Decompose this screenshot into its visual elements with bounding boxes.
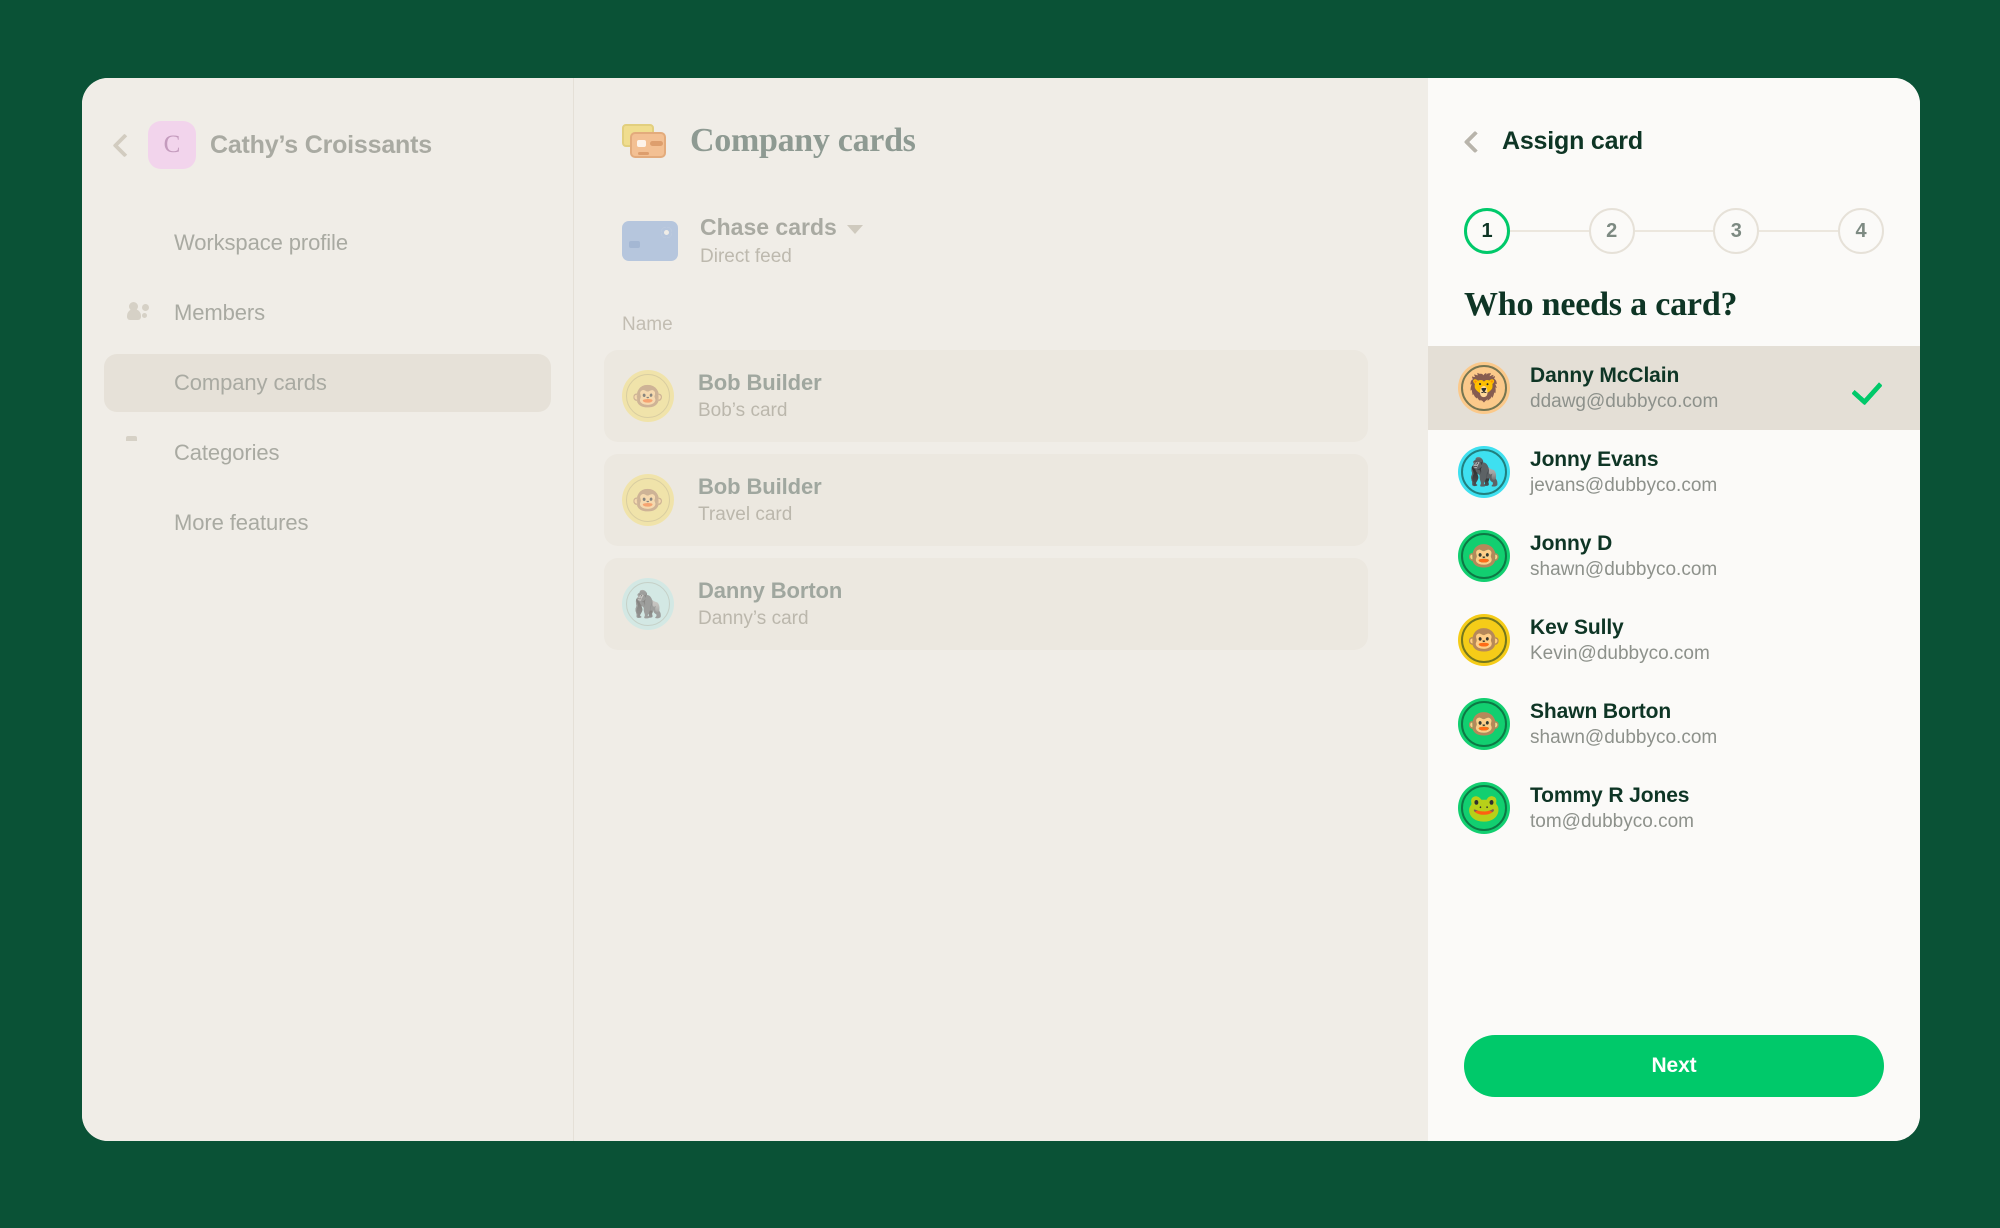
panel-footer: Next <box>1428 1035 1920 1141</box>
feed-name: Chase cards <box>700 214 837 240</box>
step-3[interactable]: 3 <box>1713 208 1760 254</box>
avatar-glyph: 🐵 <box>631 381 665 411</box>
app-window: C Cathy’s Croissants Workspace profile M… <box>82 78 1920 1141</box>
sidebar-item-company-cards[interactable]: Company cards <box>104 354 551 412</box>
card-label: Travel card <box>698 504 793 525</box>
avatar-glyph: 🦍 <box>1467 456 1501 487</box>
person-name: Jonny Evans <box>1530 447 1659 471</box>
credit-card-icon <box>126 370 152 396</box>
chevron-left-icon[interactable] <box>108 132 134 158</box>
step-4[interactable]: 4 <box>1838 208 1885 254</box>
step-2[interactable]: 2 <box>1588 208 1635 254</box>
folder-icon <box>126 440 152 466</box>
list-item[interactable]: 🐵 Jonny D shawn@dubbyco.com <box>1428 514 1920 598</box>
sidebar-item-label: Members <box>174 300 265 325</box>
card-feed-selector[interactable]: Chase cards Direct feed <box>604 214 1368 268</box>
sidebar-item-label: Categories <box>174 440 280 465</box>
list-item[interactable]: 🐸 Tommy R Jones tom@dubbyco.com <box>1428 766 1920 850</box>
avatar: 🐵 <box>622 370 674 422</box>
sidebar-item-members[interactable]: Members <box>104 284 551 342</box>
avatar-glyph: 🐵 <box>1467 624 1501 655</box>
step-connector <box>1759 230 1839 232</box>
page-title: Company cards <box>690 122 916 159</box>
workspace-name: Cathy’s Croissants <box>210 130 432 159</box>
step-1[interactable]: 1 <box>1464 208 1510 254</box>
sidebar-item-more-features[interactable]: More features <box>104 494 551 552</box>
avatar-glyph: 🐵 <box>1467 708 1501 739</box>
bank-card-icon <box>622 221 678 261</box>
avatar: 🐵 <box>1458 698 1510 750</box>
feed-name-row[interactable]: Chase cards <box>700 214 863 241</box>
chevron-left-icon[interactable] <box>1460 129 1484 153</box>
sidebar-item-workspace-profile[interactable]: Workspace profile <box>104 214 551 272</box>
next-button[interactable]: Next <box>1464 1035 1884 1097</box>
person-email: tom@dubbyco.com <box>1530 810 1694 832</box>
avatar: 🐸 <box>1458 782 1510 834</box>
card-holder-name: Danny Borton <box>698 578 843 603</box>
avatar: 🐵 <box>622 474 674 526</box>
list-item[interactable]: 🐵 Kev Sully Kevin@dubbyco.com <box>1428 598 1920 682</box>
table-row[interactable]: 🐵 Bob Builder Travel card <box>604 454 1368 546</box>
feed-subtitle: Direct feed <box>700 246 792 267</box>
building-icon <box>126 230 152 256</box>
workspace-avatar: C <box>148 121 196 169</box>
person-email: Kevin@dubbyco.com <box>1530 642 1710 664</box>
page-title-row: Company cards <box>604 122 1368 160</box>
avatar: 🦍 <box>1458 446 1510 498</box>
step-connector <box>1510 230 1589 232</box>
person-name: Kev Sully <box>1530 615 1624 639</box>
avatar-glyph: 🐵 <box>631 485 665 515</box>
person-email: shawn@dubbyco.com <box>1530 726 1718 748</box>
avatar: 🐵 <box>1458 530 1510 582</box>
stacked-cards-icon <box>622 124 668 158</box>
avatar: 🦍 <box>622 578 674 630</box>
avatar-glyph: 🦁 <box>1467 372 1501 403</box>
person-email: ddawg@dubbyco.com <box>1530 390 1719 412</box>
table-row[interactable]: 🐵 Bob Builder Bob’s card <box>604 350 1368 442</box>
chevron-down-icon[interactable] <box>846 225 863 234</box>
main-content: Company cards Chase cards Direct feed Na… <box>574 78 1428 1141</box>
gear-icon <box>126 510 152 536</box>
card-label: Bob’s card <box>698 400 788 421</box>
person-name: Jonny D <box>1530 531 1613 555</box>
card-holder-name: Bob Builder <box>698 474 822 499</box>
person-email: shawn@dubbyco.com <box>1530 558 1718 580</box>
sidebar-item-label: More features <box>174 510 309 535</box>
card-holder-name: Bob Builder <box>698 370 822 395</box>
assign-card-panel: Assign card 1 2 3 4 Who needs a card? 🦁 … <box>1428 78 1920 1141</box>
list-item[interactable]: 🦍 Jonny Evans jevans@dubbyco.com <box>1428 430 1920 514</box>
panel-title: Assign card <box>1502 126 1643 155</box>
sidebar-item-label: Workspace profile <box>174 230 348 255</box>
sidebar: C Cathy’s Croissants Workspace profile M… <box>82 78 574 1141</box>
avatar-glyph: 🦍 <box>631 589 665 619</box>
person-email: jevans@dubbyco.com <box>1530 474 1718 496</box>
person-name: Danny McClain <box>1530 363 1680 387</box>
avatar-glyph: 🐸 <box>1467 792 1501 823</box>
sidebar-nav: Workspace profile Members Company cards … <box>82 214 573 552</box>
avatar: 🦁 <box>1458 362 1510 414</box>
avatar-glyph: 🐵 <box>1467 540 1501 571</box>
people-icon <box>126 300 152 326</box>
table-row[interactable]: 🦍 Danny Borton Danny’s card <box>604 558 1368 650</box>
panel-header: Assign card <box>1428 112 1920 170</box>
sidebar-item-label: Company cards <box>174 370 327 395</box>
list-item[interactable]: 🐵 Shawn Borton shawn@dubbyco.com <box>1428 682 1920 766</box>
column-header-name: Name <box>622 314 673 335</box>
person-list: 🦁 Danny McClain ddawg@dubbyco.com 🦍 Jonn… <box>1428 346 1920 1035</box>
person-name: Shawn Borton <box>1530 699 1672 723</box>
list-item[interactable]: 🦁 Danny McClain ddawg@dubbyco.com <box>1428 346 1920 430</box>
sidebar-item-categories[interactable]: Categories <box>104 424 551 482</box>
panel-question: Who needs a card? <box>1464 286 1738 323</box>
check-icon <box>1854 373 1884 403</box>
step-indicator: 1 2 3 4 <box>1428 208 1920 254</box>
person-name: Tommy R Jones <box>1530 783 1690 807</box>
avatar: 🐵 <box>1458 614 1510 666</box>
step-connector <box>1634 230 1714 232</box>
card-label: Danny’s card <box>698 608 809 629</box>
workspace-header[interactable]: C Cathy’s Croissants <box>82 112 573 178</box>
cards-table: 🐵 Bob Builder Bob’s card 🐵 Bob Builder T… <box>604 350 1368 650</box>
